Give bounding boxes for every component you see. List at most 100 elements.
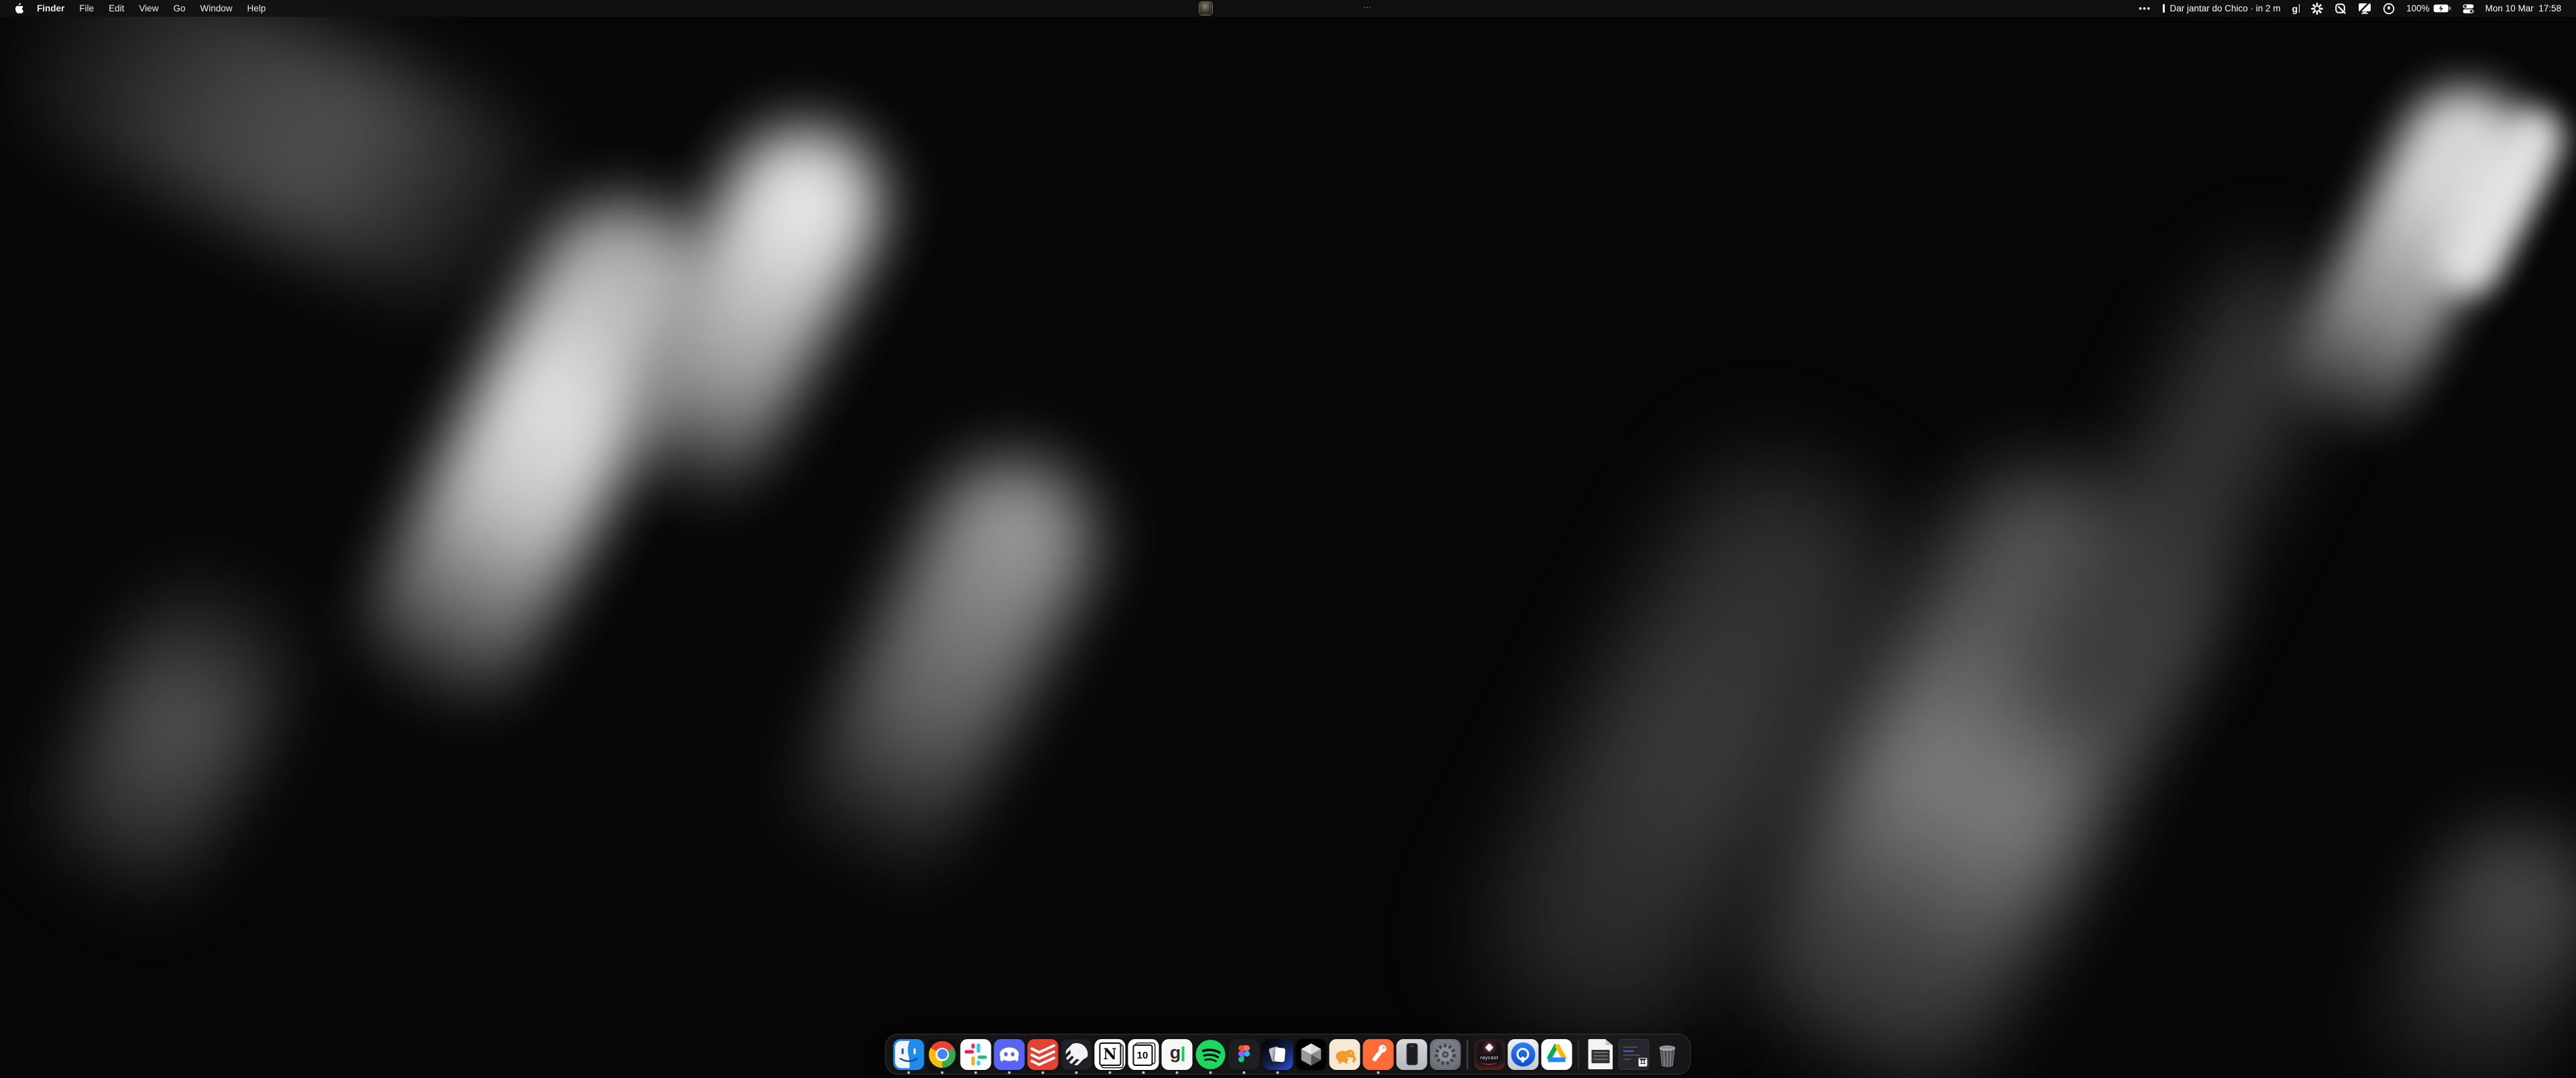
postman-icon [1363,1039,1394,1070]
spotify-circle [1196,1040,1226,1069]
dock-item-cursor[interactable] [1296,1039,1327,1070]
display-mirroring-menu-item[interactable] [2358,3,2371,14]
notion-calendar-date-glyph: 10 [1137,1050,1148,1061]
dock-item-system-settings[interactable] [1430,1039,1461,1070]
dock-item-raycast[interactable]: raycast [1474,1039,1505,1070]
dock-item-chrome[interactable] [927,1039,958,1070]
menu-bar-clock[interactable]: Mon 10 Mar 17:58 [2485,3,2561,13]
document-fold-corner [1605,1039,1613,1045]
battery-charging-icon [2433,4,2451,13]
pick-icon [2334,3,2347,15]
drive-triangle-icon [1541,1039,1572,1070]
stack-text-line [1623,1046,1638,1048]
dock-item-downloads-stack[interactable]: 11 [1619,1039,1650,1070]
dock-item-figma[interactable] [1229,1039,1260,1070]
dock-item-craft[interactable] [1263,1039,1293,1070]
todoist-icon [1028,1039,1059,1070]
hidden-items-ellipsis[interactable]: ⋯ [1363,0,1373,17]
granola-cursor-bar [1182,1046,1185,1061]
menu-view[interactable]: View [131,0,166,17]
dock-item-postico[interactable] [1330,1039,1360,1070]
pinwheel-icon [2311,3,2323,15]
notion-icon: N [1095,1039,1126,1070]
craft-icon [1263,1039,1293,1070]
raycast-red-arc [1482,1061,1497,1065]
raycast-diamond [1485,1043,1494,1052]
dock-item-todoist[interactable] [1028,1039,1059,1070]
screenshot-stack-icon: 11 [1619,1039,1650,1070]
calendar-badge-number: 11 [1640,1059,1646,1065]
dock-item-iphone-mirroring[interactable] [1397,1039,1428,1070]
dock-item-linear[interactable] [1061,1039,1092,1070]
figma-icon [1229,1039,1260,1070]
calendar-event-text: Dar jantar do Chico · in 2 m [2170,3,2281,13]
album-art-thumbnail[interactable] [1199,1,1213,15]
chrome-ball [929,1041,956,1068]
granola-icon: g [1162,1039,1193,1070]
dock-item-1password[interactable] [1507,1039,1538,1070]
chrome-icon [927,1039,958,1070]
dock-item-slack[interactable] [961,1039,991,1070]
notion-calendar-icon: 10 [1128,1039,1159,1070]
trash-icon [1652,1039,1683,1070]
dock: N 10 g [885,1034,1691,1075]
menu-go[interactable]: Go [166,0,193,17]
menu-app-name[interactable]: Finder [30,0,72,17]
dock-item-notion-calendar[interactable]: 10 [1128,1039,1159,1070]
pick-menu-item[interactable] [2334,3,2347,15]
linear-icon [1061,1039,1092,1070]
wallpaper-stripe [26,541,322,922]
document-page [1588,1039,1613,1069]
dock-item-notion[interactable]: N [1095,1039,1126,1070]
granola-menu-item[interactable]: g [2292,3,2300,14]
dock-item-google-drive[interactable] [1541,1039,1572,1070]
calendar-event-item[interactable]: Dar jantar do Chico · in 2 m [2163,3,2281,13]
display-mirroring-icon [2358,3,2371,14]
cursor-icon [1296,1039,1327,1070]
discord-icon [994,1039,1025,1070]
wallpaper-stripe [0,0,574,331]
1password-keyhole-bar [1521,1057,1525,1063]
linear-sphere [1065,1043,1087,1065]
dock-divider [1578,1040,1579,1069]
dock-item-finder[interactable] [894,1039,924,1070]
control-center-menu-item[interactable] [2463,4,2474,13]
menu-file[interactable]: File [72,0,101,17]
menu-help[interactable]: Help [239,0,273,17]
menu-bar-status-area: ••• Dar jantar do Chico · in 2 m g [2139,0,2576,17]
notion-calendar-frame: 10 [1132,1044,1152,1066]
control-center-icon [2463,4,2474,13]
dock-divider [1467,1040,1468,1069]
dock-item-granola[interactable]: g [1162,1039,1193,1070]
dock-item-discord[interactable] [994,1039,1025,1070]
iphone-body [1406,1043,1417,1065]
dock-item-spotify[interactable] [1195,1039,1226,1070]
notion-n-glyph: N [1103,1046,1116,1063]
pinwheel-menu-item[interactable] [2311,3,2323,15]
raycast-label: raycast [1481,1055,1499,1061]
granola-g-glyph: g [1170,1044,1181,1062]
keyhole-icon [1507,1039,1538,1070]
onepassword-menu-item[interactable] [2383,3,2395,15]
apple-menu[interactable] [7,3,30,14]
desktop-wallpaper [0,0,2576,1078]
iphone-mirroring-icon [1397,1039,1428,1070]
menu-extras-overflow[interactable]: ••• [2139,3,2151,13]
menu-bar-left: Finder File Edit View Go Window Help [7,0,273,17]
dock-item-trash[interactable] [1652,1039,1683,1070]
wallpaper-stripe [2341,799,2576,1078]
dock-item-postman[interactable] [1363,1039,1394,1070]
battery-menu-item[interactable]: 100% [2406,3,2451,13]
finder-icon [894,1039,924,1070]
menu-edit[interactable]: Edit [101,0,131,17]
dock-item-document[interactable] [1585,1039,1616,1070]
menu-bar: Finder File Edit View Go Window Help ⋯ •… [0,0,2576,17]
spotify-icon [1195,1039,1226,1070]
craft-card-front [1275,1047,1286,1062]
menu-window[interactable]: Window [193,0,239,17]
battery-percent: 100% [2406,3,2430,13]
stack-text-line [1623,1050,1634,1053]
apple-logo-icon [13,3,23,14]
granola-g-glyph: g [2292,3,2298,14]
calendar-event-bar-icon [2163,4,2165,13]
